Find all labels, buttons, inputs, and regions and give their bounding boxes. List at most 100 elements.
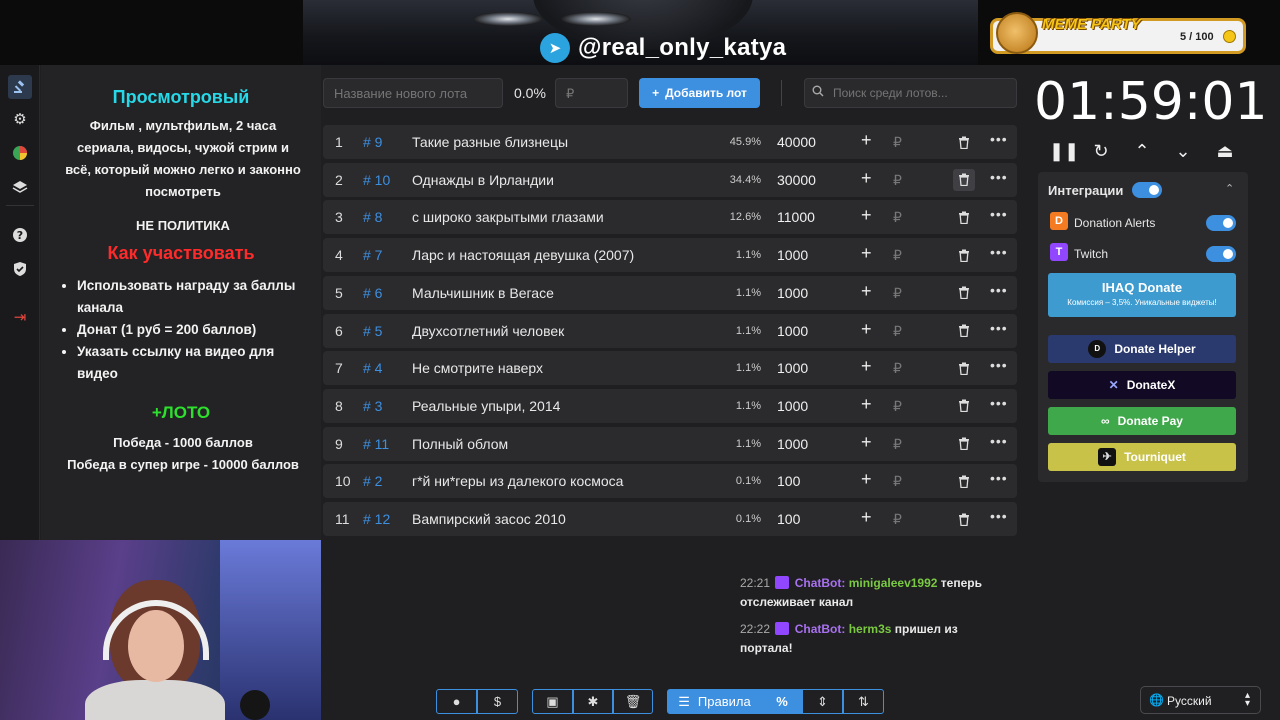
add-amount-button[interactable]: + [861, 356, 872, 377]
auction-icon[interactable] [8, 75, 32, 99]
more-icon[interactable]: ••• [990, 131, 1008, 147]
new-lot-amount-input[interactable] [555, 78, 628, 108]
lot-amount[interactable]: 1000 [777, 247, 808, 263]
more-icon[interactable]: ••• [990, 169, 1008, 185]
delete-button[interactable] [953, 470, 975, 492]
ihaq-donate-button[interactable]: IHAQ Donate Комиссия – 3,5%. Уникальные … [1048, 273, 1236, 317]
integrations-toggle[interactable] [1132, 182, 1162, 198]
table-row[interactable]: 7 # 4 Не смотрите наверх 1.1% 1000 + ₽ ••• [323, 351, 1017, 386]
currency-input[interactable]: ₽ [893, 436, 902, 453]
more-icon[interactable]: ••• [990, 357, 1008, 373]
pie-chart-icon[interactable] [8, 141, 32, 165]
table-row[interactable]: 6 # 5 Двухсотлетний человек 1.1% 1000 + ₽ ••• [323, 313, 1017, 348]
lot-title[interactable]: Ларс и настоящая девушка (2007) [412, 247, 634, 263]
lot-title[interactable]: Двухсотлетний человек [412, 323, 564, 339]
save-button[interactable]: ▣ [532, 689, 573, 714]
donation-alerts-toggle[interactable] [1206, 215, 1236, 231]
eject-button[interactable]: ⏏ [1214, 141, 1236, 163]
currency-input[interactable]: ₽ [893, 473, 902, 490]
sort-button[interactable]: ⇅ [843, 689, 884, 714]
more-icon[interactable]: ••• [990, 244, 1008, 260]
lot-amount[interactable]: 1000 [777, 360, 808, 376]
lot-title[interactable]: Мальчишник в Вегасе [412, 285, 554, 301]
currency-input[interactable]: ₽ [893, 398, 902, 415]
twitch-toggle[interactable] [1206, 246, 1236, 262]
shield-icon[interactable] [8, 257, 32, 281]
more-icon[interactable]: ••• [990, 433, 1008, 449]
currency-input[interactable]: ₽ [893, 209, 902, 226]
delete-button[interactable] [953, 320, 975, 342]
lot-amount[interactable]: 40000 [777, 134, 816, 150]
add-amount-button[interactable]: + [861, 319, 872, 340]
bug-report-button[interactable]: ✱ [573, 689, 613, 714]
lot-amount[interactable]: 1000 [777, 323, 808, 339]
add-amount-button[interactable]: + [861, 432, 872, 453]
lot-title[interactable]: Реальные упыри, 2014 [412, 398, 560, 414]
delete-button[interactable] [953, 395, 975, 417]
compress-button[interactable]: ⇕ [802, 689, 843, 714]
search-input[interactable] [804, 78, 1017, 108]
add-amount-button[interactable]: + [861, 168, 872, 189]
delete-button[interactable] [953, 357, 975, 379]
currency-input[interactable]: ₽ [893, 360, 902, 377]
currency-input[interactable]: ₽ [893, 134, 902, 151]
lot-amount[interactable]: 1000 [777, 398, 808, 414]
table-row[interactable]: 4 # 7 Ларс и настоящая девушка (2007) 1.1% 1… [323, 238, 1017, 273]
pause-button[interactable]: ❚❚ [1049, 141, 1079, 163]
table-row[interactable]: 1 # 9 Такие разные близнецы 45.9% 40000 + ₽ ••• [323, 125, 1017, 159]
help-icon[interactable]: ? [8, 223, 32, 247]
add-lot-button[interactable]: + Добавить лот [639, 78, 760, 108]
more-icon[interactable]: ••• [990, 508, 1008, 524]
time-down-button[interactable]: ⌄ [1172, 141, 1194, 163]
delete-button[interactable] [953, 206, 975, 228]
more-icon[interactable]: ••• [990, 282, 1008, 298]
add-amount-button[interactable]: + [861, 243, 872, 264]
lot-amount[interactable]: 100 [777, 511, 800, 527]
table-row[interactable]: 3 # 8 с широко закрытыми глазами 12.6% 11000… [323, 200, 1017, 235]
donate-button[interactable]: $ [477, 689, 518, 714]
clear-lots-button[interactable]: 🗑 [613, 689, 653, 714]
donate-pay-button[interactable]: ∞ Donate Pay [1048, 407, 1236, 435]
gear-icon[interactable]: ⚙ [8, 107, 32, 131]
currency-input[interactable]: ₽ [893, 323, 902, 340]
add-amount-button[interactable]: + [861, 205, 872, 226]
lot-title[interactable]: Полный облом [412, 436, 508, 452]
donatex-button[interactable]: ✕ DonateX [1048, 371, 1236, 399]
time-up-button[interactable]: ⌃ [1131, 141, 1153, 163]
add-amount-button[interactable]: + [861, 507, 872, 528]
chevron-up-icon[interactable]: ⌃ [1225, 182, 1234, 195]
table-row[interactable]: 2 # 10 Однажды в Ирландии 34.4% 30000 + ₽ ••• [323, 162, 1017, 197]
github-button[interactable]: ● [436, 689, 477, 714]
table-row[interactable]: 11 # 12 Вампирский засос 2010 0.1% 100 + ₽ ••• [323, 502, 1017, 536]
reset-button[interactable]: ↻ [1090, 141, 1112, 163]
add-amount-button[interactable]: + [861, 394, 872, 415]
more-icon[interactable]: ••• [990, 206, 1008, 222]
donate-helper-button[interactable]: D Donate Helper [1048, 335, 1236, 363]
delete-button[interactable] [953, 433, 975, 455]
table-row[interactable]: 8 # 3 Реальные упыри, 2014 1.1% 1000 + ₽ ••• [323, 388, 1017, 423]
more-icon[interactable]: ••• [990, 470, 1008, 486]
currency-input[interactable]: ₽ [893, 247, 902, 264]
lot-amount[interactable]: 30000 [777, 172, 816, 188]
lot-amount[interactable]: 11000 [777, 209, 815, 225]
currency-input[interactable]: ₽ [893, 172, 902, 189]
logout-icon[interactable]: ⇥ [8, 305, 32, 329]
table-row[interactable]: 5 # 6 Мальчишник в Вегасе 1.1% 1000 + ₽ ••• [323, 275, 1017, 310]
rules-button[interactable]: ☰ Правила [667, 689, 762, 714]
language-select[interactable]: 🌐 Русский ▴ ▾ [1140, 686, 1261, 714]
more-icon[interactable]: ••• [990, 320, 1008, 336]
add-amount-button[interactable]: + [861, 469, 872, 490]
add-amount-button[interactable]: + [861, 130, 872, 151]
lot-amount[interactable]: 100 [777, 473, 800, 489]
lot-title[interactable]: Не смотрите наверх [412, 360, 543, 376]
lot-title[interactable]: Однажды в Ирландии [412, 172, 554, 188]
lot-title[interactable]: с широко закрытыми глазами [412, 209, 604, 225]
add-amount-button[interactable]: + [861, 281, 872, 302]
table-row[interactable]: 10 # 2 г*й ни*геры из далекого космоса 0.1%… [323, 464, 1017, 499]
layers-icon[interactable] [8, 175, 32, 199]
tourniquet-button[interactable]: ✈ Tourniquet [1048, 443, 1236, 471]
delete-button[interactable] [953, 131, 975, 153]
currency-input[interactable]: ₽ [893, 511, 902, 528]
more-icon[interactable]: ••• [990, 395, 1008, 411]
delete-button[interactable] [953, 168, 975, 191]
